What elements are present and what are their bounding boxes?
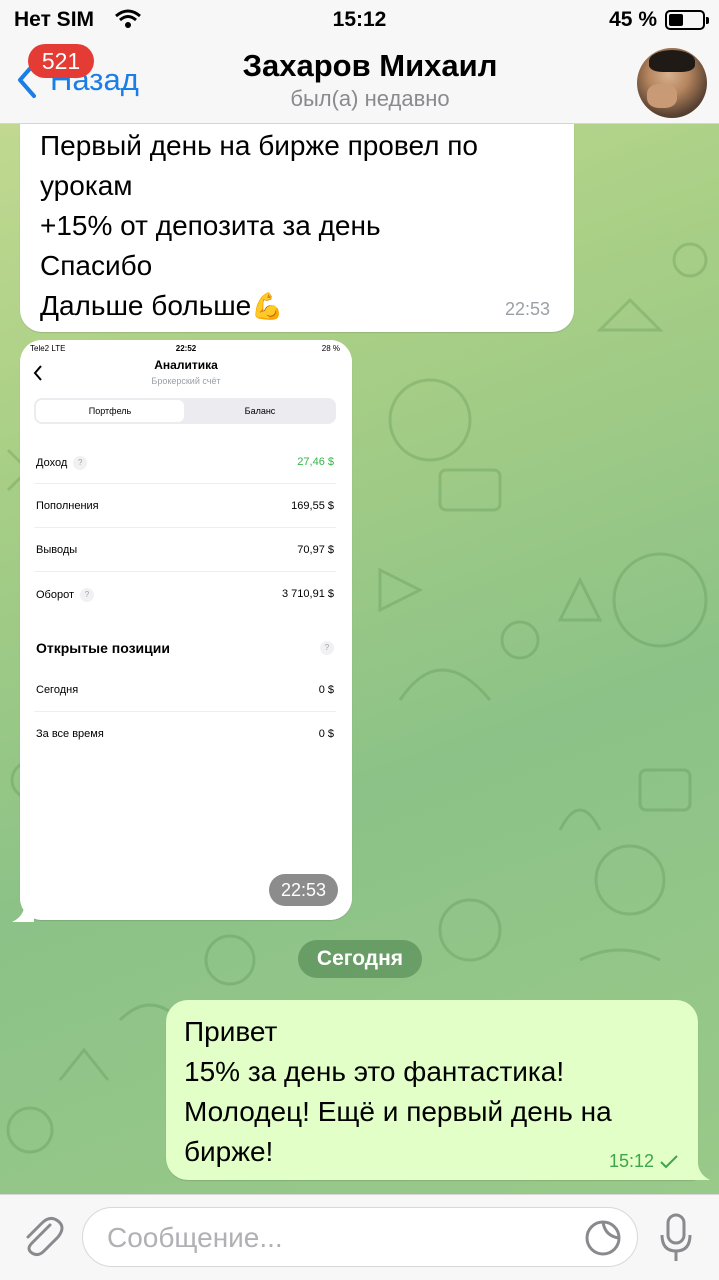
microphone-icon[interactable] [656,1211,696,1265]
message-text: Привет 15% за день это фантастика! Молод… [184,1016,612,1167]
photo-row-deposits: Пополнения 169,55 $ [34,484,336,528]
sent-check-icon [660,1154,678,1168]
photo-segment-balance: Баланс [244,406,276,416]
message-text: Первый день на бирже провел по урокам +1… [40,130,478,321]
paperclip-icon[interactable] [16,1211,66,1261]
message-bubble-incoming[interactable]: Первый день на бирже провел по урокам +1… [20,110,574,332]
chat-header: Нет SIM 15:12 45 % Назад 521 Захаров Мих… [0,0,719,124]
bubble-tail [690,1162,710,1180]
message-time: 22:53 [504,299,550,319]
photo-segment-portfolio: Портфель [36,400,184,422]
photo-section-help: ? [320,641,334,655]
message-input-placeholder: Сообщение... [107,1222,283,1253]
battery-percent: 45 % [609,8,657,31]
chat-title[interactable]: Захаров Михаил [180,48,560,84]
status-bar: Нет SIM 15:12 45 % [0,0,719,40]
photo-subtitle: Брокерский счёт [151,376,221,386]
battery-icon [665,10,709,30]
photo-status-bar: Tele2 LTE 22:52 28 % [30,344,340,353]
photo-row-all-time: За все время 0 $ [36,728,334,740]
photo-row-today: Сегодня 0 $ [34,668,336,712]
message-bubble-outgoing[interactable]: Привет 15% за день это фантастика! Молод… [166,1000,698,1180]
photo-segmented-control: Портфель Баланс [34,398,336,424]
unread-badge: 521 [28,44,94,78]
message-composer: Сообщение... [0,1194,719,1280]
photo-attachment[interactable]: Tele2 LTE 22:52 28 % Аналитика Брокерски… [20,340,352,920]
message-photo-incoming[interactable]: Tele2 LTE 22:52 28 % Аналитика Брокерски… [20,340,352,920]
date-separator: Сегодня [298,940,422,978]
message-input[interactable]: Сообщение... [82,1207,638,1267]
photo-title: Аналитика [154,358,218,372]
photo-row-withdrawals: Выводы 70,97 $ [34,528,336,572]
flexed-biceps-emoji: 💪 [251,291,284,321]
message-meta: 15:12 [609,1151,678,1172]
sticker-icon[interactable] [583,1218,623,1258]
avatar[interactable] [637,48,707,118]
photo-section-title: Открытые позиции [36,640,170,656]
message-time: 22:53 [268,874,338,906]
message-time: 15:12 [608,1151,654,1171]
bubble-tail [12,906,34,922]
photo-row-income: Доход? 27,46 $ [34,440,336,484]
photo-row-turnover: Оборот? 3 710,91 $ [36,588,334,602]
last-seen-status: был(а) недавно [290,86,450,111]
